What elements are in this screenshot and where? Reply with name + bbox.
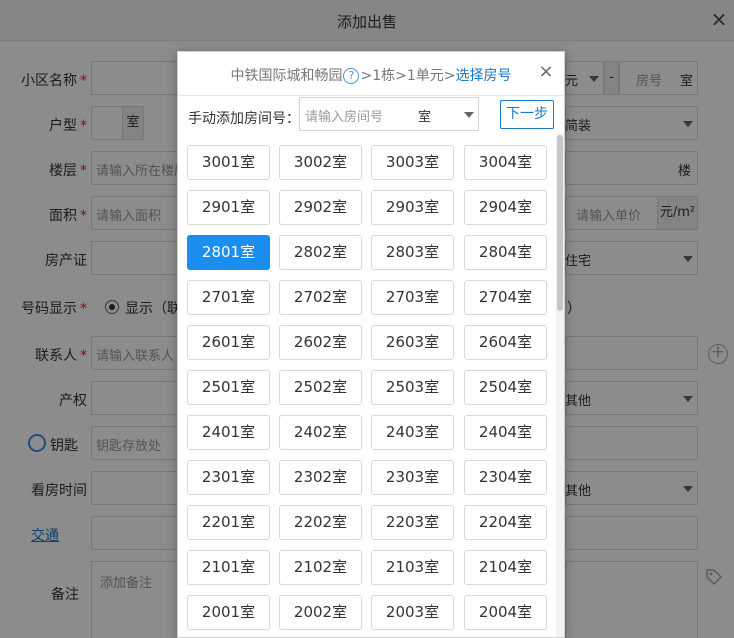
room-button[interactable]: 2103室 — [371, 550, 454, 585]
room-button[interactable]: 2904室 — [464, 190, 547, 225]
room-button[interactable]: 2004室 — [464, 595, 547, 630]
room-button[interactable]: 2504室 — [464, 370, 547, 405]
room-button[interactable]: 2901室 — [187, 190, 270, 225]
room-button[interactable]: 2601室 — [187, 325, 270, 360]
scrollbar[interactable] — [556, 133, 564, 637]
breadcrumb-current: 选择房号 — [455, 68, 512, 84]
room-button[interactable]: 2401室 — [187, 415, 270, 450]
room-button[interactable]: 2804室 — [464, 235, 547, 270]
room-button[interactable]: 2104室 — [464, 550, 547, 585]
room-button[interactable]: 2502室 — [279, 370, 362, 405]
room-button[interactable]: 2402室 — [279, 415, 362, 450]
room-button[interactable]: 2602室 — [279, 325, 362, 360]
room-button[interactable]: 2302室 — [279, 460, 362, 495]
manual-room-label: 手动添加房间号： — [188, 111, 300, 127]
room-button[interactable]: 2801室 — [187, 235, 270, 270]
manual-room-input[interactable]: 请输入房间号 室 — [299, 97, 479, 131]
room-button[interactable]: 2201室 — [187, 505, 270, 540]
caret-down-icon[interactable] — [464, 112, 474, 118]
room-button[interactable]: 2202室 — [279, 505, 362, 540]
help-icon[interactable]: ? — [343, 68, 360, 84]
popup-header: 中铁国际城和畅园? >1栋>1单元>选择房号 × — [178, 52, 564, 96]
room-button[interactable]: 2001室 — [187, 595, 270, 630]
breadcrumb-community[interactable]: 中铁国际城和畅园 — [230, 68, 342, 84]
room-button[interactable]: 2803室 — [371, 235, 454, 270]
room-button[interactable]: 2002室 — [279, 595, 362, 630]
room-button[interactable]: 2404室 — [464, 415, 547, 450]
room-button[interactable]: 2903室 — [371, 190, 454, 225]
manual-room-placeholder: 请输入房间号 — [305, 110, 384, 125]
room-button[interactable]: 2501室 — [187, 370, 270, 405]
room-button[interactable]: 2701室 — [187, 280, 270, 315]
room-button[interactable]: 2101室 — [187, 550, 270, 585]
room-button[interactable]: 2303室 — [371, 460, 454, 495]
room-button[interactable]: 3003室 — [371, 145, 454, 180]
room-button[interactable]: 2203室 — [371, 505, 454, 540]
room-button[interactable]: 2503室 — [371, 370, 454, 405]
breadcrumb-unit[interactable]: 1单元 — [407, 68, 444, 84]
room-button[interactable]: 3002室 — [279, 145, 362, 180]
room-button[interactable]: 2802室 — [279, 235, 362, 270]
room-button[interactable]: 2204室 — [464, 505, 547, 540]
room-button[interactable]: 2704室 — [464, 280, 547, 315]
room-button[interactable]: 2301室 — [187, 460, 270, 495]
room-button[interactable]: 2102室 — [279, 550, 362, 585]
room-button[interactable]: 2702室 — [279, 280, 362, 315]
room-button[interactable]: 3004室 — [464, 145, 547, 180]
breadcrumb-separator: > — [360, 68, 373, 84]
breadcrumb-building[interactable]: 1栋 — [372, 68, 395, 84]
room-button[interactable]: 2403室 — [371, 415, 454, 450]
manual-room-unit: 室 — [418, 110, 432, 125]
breadcrumb-separator: > — [395, 68, 407, 84]
room-button[interactable]: 2902室 — [279, 190, 362, 225]
room-button[interactable]: 2304室 — [464, 460, 547, 495]
room-button[interactable]: 3001室 — [187, 145, 270, 180]
scrollbar-thumb[interactable] — [557, 135, 563, 311]
breadcrumb-separator: > — [443, 68, 456, 84]
next-step-button[interactable]: 下一步 — [500, 100, 554, 129]
room-button[interactable]: 2003室 — [371, 595, 454, 630]
room-picker-popup: 中铁国际城和畅园? >1栋>1单元>选择房号 × 手动添加房间号： 请输入房间号 … — [177, 51, 565, 638]
room-button[interactable]: 2703室 — [371, 280, 454, 315]
room-button[interactable]: 2603室 — [371, 325, 454, 360]
room-button[interactable]: 2604室 — [464, 325, 547, 360]
breadcrumb: 中铁国际城和畅园? >1栋>1单元>选择房号 — [178, 65, 564, 85]
popup-close-icon[interactable]: × — [538, 63, 554, 81]
